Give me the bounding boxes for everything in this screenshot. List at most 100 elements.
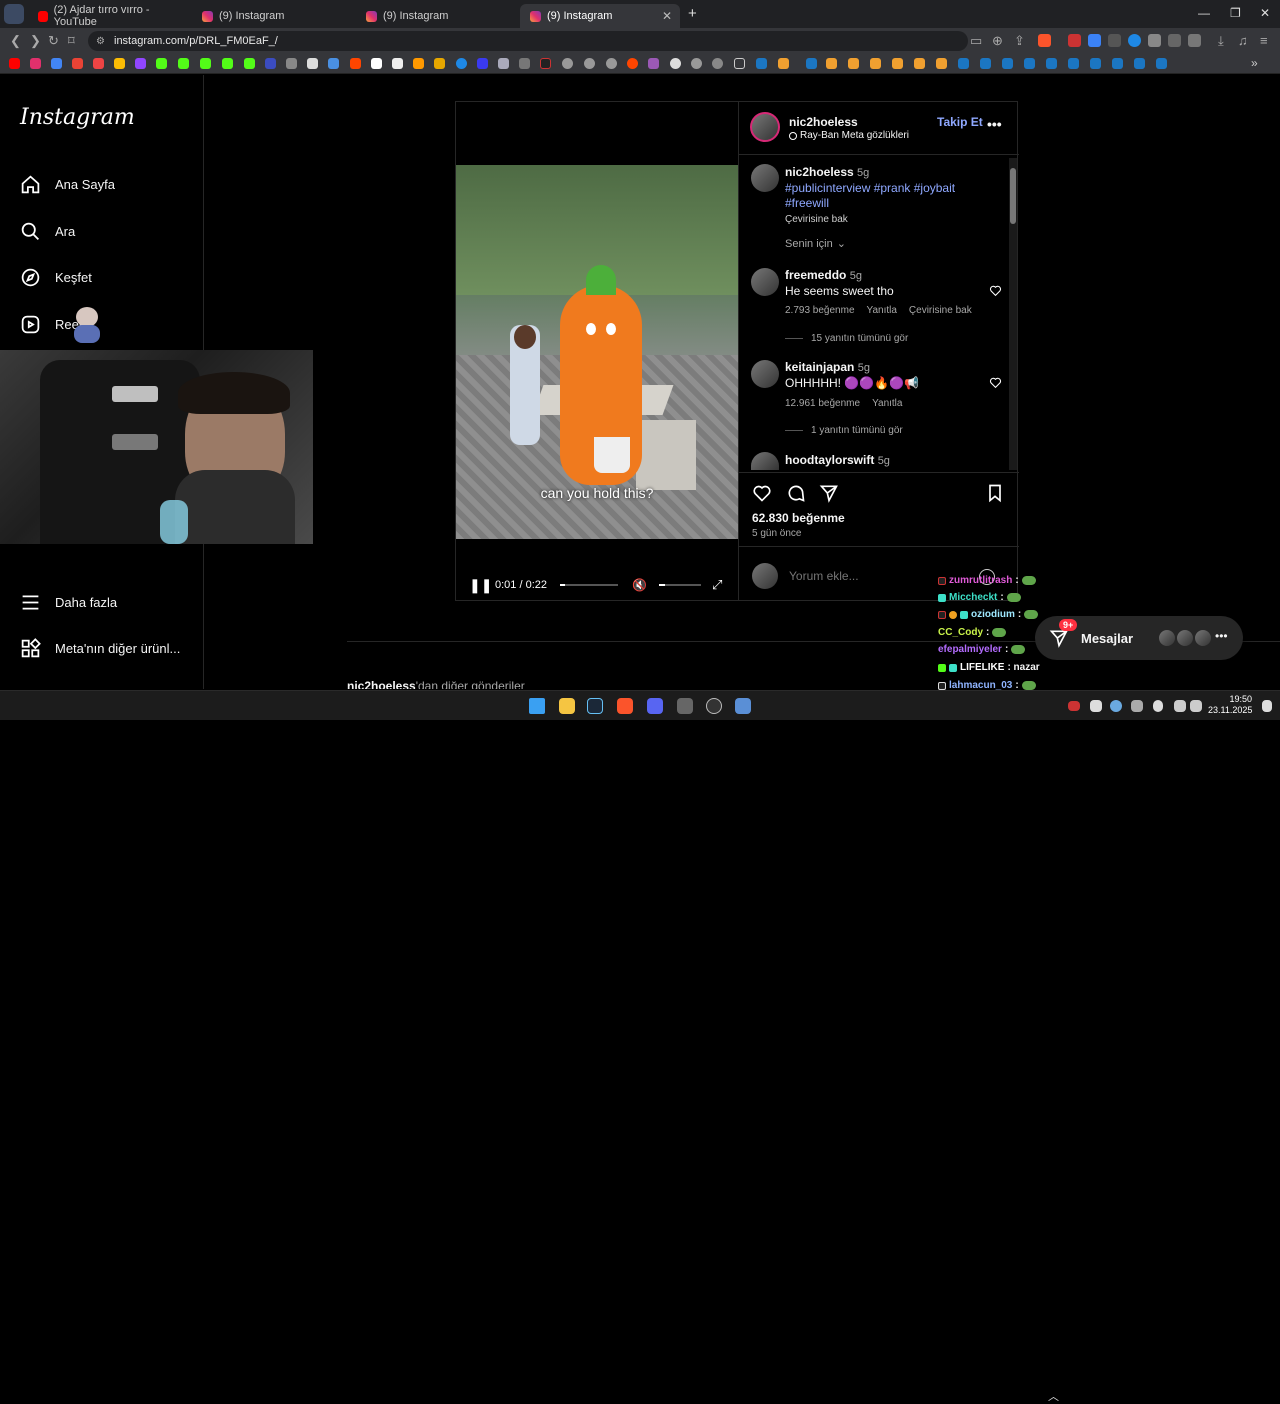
bookmark-kick-icon[interactable] (200, 58, 211, 69)
close-tab-icon[interactable]: ✕ (662, 9, 672, 23)
see-translation-link[interactable]: Çevirisine bak (909, 305, 972, 316)
nav-more[interactable]: Daha fazla (20, 592, 117, 613)
caption-username[interactable]: nic2hoeless (785, 165, 854, 179)
bookmark-steam-icon[interactable] (1090, 58, 1101, 69)
bookmark-steam-icon[interactable] (756, 58, 767, 69)
heart-icon[interactable] (989, 284, 1002, 297)
follow-button[interactable]: Takip Et (937, 115, 983, 129)
tray-icon[interactable] (1068, 701, 1080, 711)
video-progress-bar[interactable] (560, 584, 618, 586)
extension-icon[interactable] (1068, 34, 1081, 47)
bookmark-steam-icon[interactable] (958, 58, 969, 69)
discord-icon[interactable] (647, 698, 663, 714)
bookmark-icon[interactable] (562, 58, 573, 69)
bookmark-youtube-icon[interactable] (9, 58, 20, 69)
bookmark-steam-icon[interactable] (1002, 58, 1013, 69)
pause-icon[interactable]: ❚❚ (469, 577, 492, 594)
view-replies-link[interactable]: 15 yanıtın tümünü gör (785, 333, 908, 344)
reload-icon[interactable]: ↻ (48, 33, 59, 49)
bookmark-icon[interactable] (606, 58, 617, 69)
bookmark-icon[interactable] (265, 58, 276, 69)
brave-icon[interactable] (617, 698, 633, 714)
bookmark-steam-icon[interactable] (1112, 58, 1123, 69)
bookmark-icon[interactable] (477, 58, 488, 69)
bookmark-x-icon[interactable] (307, 58, 318, 69)
bookmark-icon[interactable] (870, 58, 881, 69)
bookmark-icon[interactable]: ⌑ (68, 33, 75, 49)
forward-icon[interactable]: ❯ (30, 33, 41, 49)
close-window-button[interactable]: ✕ (1260, 6, 1270, 20)
bookmark-icon[interactable] (93, 58, 104, 69)
bookmark-kick-icon[interactable] (178, 58, 189, 69)
nav-explore[interactable]: Keşfet (20, 267, 92, 288)
site-info-icon[interactable]: ⚙ (96, 36, 105, 47)
bookmark-icon[interactable] (848, 58, 859, 69)
bookmark-icon[interactable] (778, 58, 789, 69)
file-explorer-icon[interactable] (559, 698, 575, 714)
extension-icon[interactable] (1148, 34, 1161, 47)
bookmark-instagram-icon[interactable] (30, 58, 41, 69)
volume-icon[interactable] (1190, 700, 1202, 712)
app-icon[interactable] (735, 698, 751, 714)
bookmark-steam-icon[interactable] (1134, 58, 1145, 69)
sort-dropdown[interactable]: Senin için ⌄ (785, 237, 846, 251)
bookmark-icon[interactable] (712, 58, 723, 69)
url-bar[interactable]: ⚙ instagram.com/p/DRL_FM0EaF_/ (88, 31, 968, 51)
caption-hashtags[interactable]: #publicinterview #prank #joybait (785, 181, 955, 195)
see-translation-link[interactable]: Çevirisine bak (785, 214, 848, 225)
comment-username[interactable]: hoodtaylorswift (785, 453, 874, 467)
tab-instagram-2[interactable]: (9) Instagram (356, 4, 516, 28)
tab-youtube[interactable]: (2) Ajdar tırro vırro - YouTube (28, 4, 188, 28)
bookmark-reddit-icon[interactable] (350, 58, 361, 69)
mute-icon[interactable]: 🔇 (632, 578, 647, 592)
new-tab-button[interactable]: + (688, 5, 697, 22)
cast-icon[interactable]: ▭ (970, 33, 982, 49)
bookmarks-overflow-icon[interactable]: » (1251, 56, 1258, 70)
author-username[interactable]: nic2hoeless (789, 115, 858, 129)
bookmark-icon[interactable] (914, 58, 925, 69)
bookmark-icon[interactable] (584, 58, 595, 69)
steam-icon[interactable] (587, 698, 603, 714)
bookmark-icon[interactable] (519, 58, 530, 69)
app-icon[interactable] (677, 698, 693, 714)
caption-avatar[interactable] (751, 164, 779, 192)
instagram-logo[interactable]: Instagram (20, 105, 135, 130)
comment-avatar[interactable] (751, 268, 779, 296)
more-posts-user[interactable]: nic2hoeless (347, 679, 416, 689)
tray-steam-icon[interactable] (1110, 700, 1122, 712)
bookmark-icon[interactable] (826, 58, 837, 69)
save-icon[interactable] (985, 483, 1005, 503)
author-avatar[interactable] (750, 112, 780, 142)
back-icon[interactable]: ❮ (10, 33, 21, 49)
bookmark-icon[interactable] (328, 58, 339, 69)
bookmark-kick-icon[interactable] (156, 58, 167, 69)
media-icon[interactable]: ♫ (1238, 33, 1248, 48)
bookmark-icon[interactable] (892, 58, 903, 69)
bookmark-drive-icon[interactable] (114, 58, 125, 69)
post-video[interactable]: can you hold this? ❚❚ 0:01 / 0:22 🔇 ⤢ (456, 102, 738, 600)
brave-shield-icon[interactable] (1038, 34, 1051, 47)
bookmark-icon[interactable] (434, 58, 445, 69)
comment-username[interactable]: freemeddo (785, 268, 846, 282)
bookmark-icon[interactable] (691, 58, 702, 69)
bookmark-icon[interactable] (627, 58, 638, 69)
comment-avatar[interactable] (751, 452, 779, 470)
nav-search[interactable]: Ara (20, 221, 75, 242)
extension-icon[interactable] (1128, 34, 1141, 47)
comment-icon[interactable] (786, 483, 806, 503)
bookmark-folder-icon[interactable] (734, 58, 745, 69)
notification-icon[interactable] (1262, 700, 1272, 712)
zoom-icon[interactable]: ⊕ (992, 33, 1003, 49)
bookmark-gmail-icon[interactable] (72, 58, 83, 69)
caption-hashtags-2[interactable]: #freewill (785, 196, 829, 210)
comment-avatar[interactable] (751, 360, 779, 388)
bookmark-icon[interactable] (222, 58, 233, 69)
tab-instagram-active[interactable]: (9) Instagram ✕ (520, 4, 680, 28)
reply-button[interactable]: Yanıtla (872, 398, 902, 409)
comment-likes[interactable]: 12.961 beğenme (785, 398, 860, 409)
bookmark-icon[interactable] (936, 58, 947, 69)
bookmark-kick-icon[interactable] (540, 58, 551, 69)
download-icon[interactable]: ⤓ (1218, 33, 1224, 49)
windows-start-icon[interactable] (529, 698, 545, 714)
bookmark-icon[interactable] (670, 58, 681, 69)
